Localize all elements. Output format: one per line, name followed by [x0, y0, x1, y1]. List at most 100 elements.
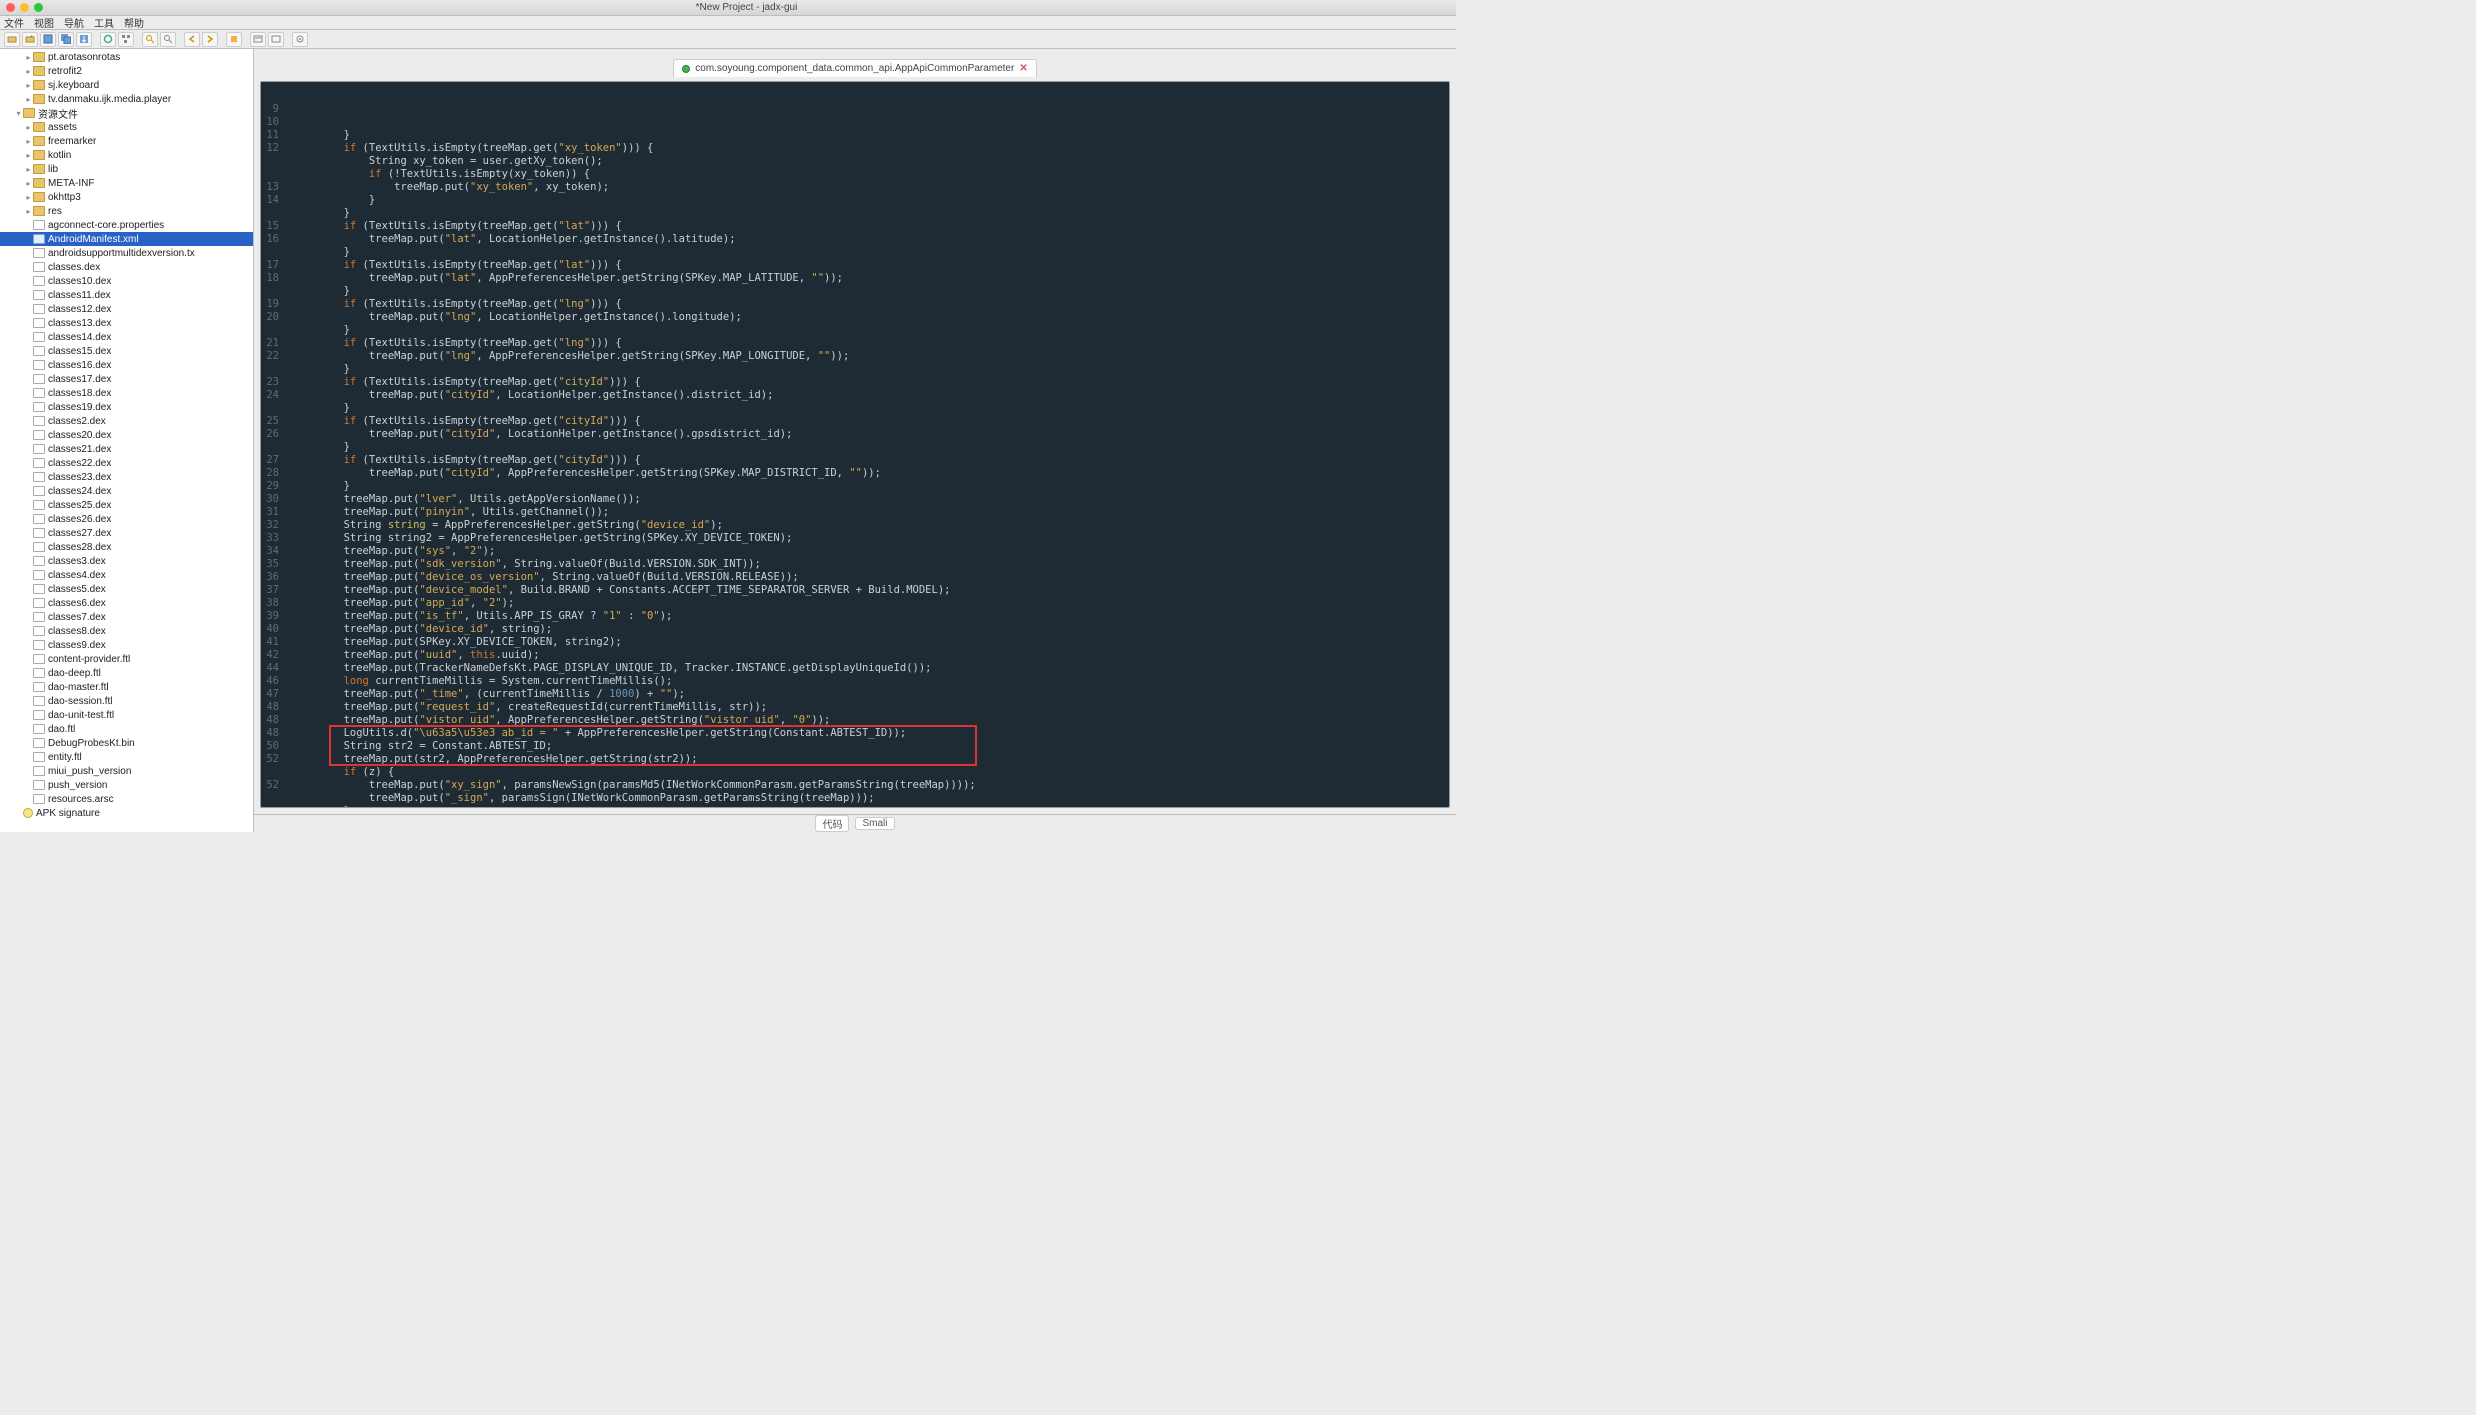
code-editor[interactable]: 9101112131415161718192021222324252627282… [260, 81, 1450, 808]
tree-node[interactable]: dao-session.ftl [0, 694, 253, 708]
search-icon[interactable] [142, 32, 158, 47]
code-line[interactable]: if (TextUtils.isEmpty(treeMap.get("cityI… [293, 454, 976, 467]
tree-node[interactable]: classes28.dex [0, 540, 253, 554]
tree-twisty-icon[interactable]: ▸ [24, 123, 33, 132]
code-line[interactable]: treeMap.put("vistor_uid", AppPreferences… [293, 714, 976, 727]
tree-node[interactable]: classes22.dex [0, 456, 253, 470]
tree-icon[interactable] [118, 32, 134, 47]
minimize-window-icon[interactable] [20, 3, 29, 12]
tree-node[interactable]: dao-unit-test.ftl [0, 708, 253, 722]
tree-node[interactable]: classes5.dex [0, 582, 253, 596]
tree-twisty-icon[interactable]: ▸ [24, 165, 33, 174]
tree-node[interactable]: ▸assets [0, 120, 253, 134]
tree-twisty-icon[interactable]: ▸ [24, 207, 33, 216]
add-file-icon[interactable]: + [22, 32, 38, 47]
tree-node[interactable]: ▸sj.keyboard [0, 78, 253, 92]
tree-node[interactable]: classes8.dex [0, 624, 253, 638]
tree-node[interactable]: classes16.dex [0, 358, 253, 372]
tree-node[interactable]: classes.dex [0, 260, 253, 274]
tree-node[interactable]: push_version [0, 778, 253, 792]
maximize-window-icon[interactable] [34, 3, 43, 12]
tree-node[interactable]: ▸freemarker [0, 134, 253, 148]
tree-node[interactable]: ▸kotlin [0, 148, 253, 162]
tree-node[interactable]: androidsupportmultidexversion.tx [0, 246, 253, 260]
view-smali-button[interactable]: Smali [855, 817, 894, 830]
menu-help[interactable]: 帮助 [124, 15, 144, 30]
code-line[interactable]: } [293, 285, 976, 298]
code-line[interactable]: treeMap.put("_time", (currentTimeMillis … [293, 688, 976, 701]
tree-node[interactable]: agconnect-core.properties [0, 218, 253, 232]
code-line[interactable]: if (!TextUtils.isEmpty(xy_token)) { [293, 168, 976, 181]
code-line[interactable]: String xy_token = user.getXy_token(); [293, 155, 976, 168]
back-icon[interactable] [184, 32, 200, 47]
project-tree[interactable]: ▸pt.arotasonrotas▸retrofit2▸sj.keyboard▸… [0, 49, 254, 832]
tree-node[interactable]: content-provider.ftl [0, 652, 253, 666]
tree-node[interactable]: ▾资源文件 [0, 106, 253, 120]
tree-node[interactable]: ▸tv.danmaku.ijk.media.player [0, 92, 253, 106]
log-icon[interactable] [250, 32, 266, 47]
tree-node[interactable]: ▸okhttp3 [0, 190, 253, 204]
settings-icon[interactable] [292, 32, 308, 47]
code-line[interactable]: treeMap.put("sdk_version", String.valueO… [293, 558, 976, 571]
save-all-icon[interactable] [58, 32, 74, 47]
tree-node[interactable]: classes7.dex [0, 610, 253, 624]
code-line[interactable]: if (TextUtils.isEmpty(treeMap.get("lng")… [293, 298, 976, 311]
tree-node[interactable]: dao-deep.ftl [0, 666, 253, 680]
code-line[interactable]: } [293, 441, 976, 454]
code-line[interactable]: } [293, 324, 976, 337]
code-line[interactable]: treeMap.put("app_id", "2"); [293, 597, 976, 610]
code-line[interactable]: treeMap.put("lng", LocationHelper.getIns… [293, 311, 976, 324]
tree-node[interactable]: DebugProbesKt.bin [0, 736, 253, 750]
tree-node[interactable]: classes23.dex [0, 470, 253, 484]
tree-node[interactable]: classes19.dex [0, 400, 253, 414]
code-line[interactable]: treeMap.put("request_id", createRequestI… [293, 701, 976, 714]
tree-node[interactable]: resources.arsc [0, 792, 253, 806]
code-line[interactable]: if (TextUtils.isEmpty(treeMap.get("xy_to… [293, 142, 976, 155]
code-line[interactable]: treeMap.put("lng", AppPreferencesHelper.… [293, 350, 976, 363]
tree-twisty-icon[interactable]: ▸ [24, 179, 33, 188]
tree-node[interactable]: classes24.dex [0, 484, 253, 498]
code-line[interactable]: treeMap.put("device_model", Build.BRAND … [293, 584, 976, 597]
log2-icon[interactable] [268, 32, 284, 47]
export-icon[interactable] [76, 32, 92, 47]
tree-node[interactable]: classes21.dex [0, 442, 253, 456]
tree-twisty-icon[interactable]: ▸ [24, 81, 33, 90]
tree-node[interactable]: classes13.dex [0, 316, 253, 330]
tree-twisty-icon[interactable]: ▸ [24, 95, 33, 104]
tree-node[interactable]: ▸pt.arotasonrotas [0, 50, 253, 64]
code-line[interactable]: treeMap.put("lat", LocationHelper.getIns… [293, 233, 976, 246]
code-line[interactable]: treeMap.put("cityId", LocationHelper.get… [293, 389, 976, 402]
close-tab-icon[interactable]: ✕ [1019, 63, 1027, 74]
code-line[interactable]: LogUtils.d("\u63a5\u53e3 ab_id = " + App… [293, 727, 976, 740]
tree-node[interactable]: classes15.dex [0, 344, 253, 358]
tree-node[interactable]: dao-master.ftl [0, 680, 253, 694]
menu-tools[interactable]: 工具 [94, 15, 114, 30]
code-line[interactable]: if (z) { [293, 766, 976, 779]
code-line[interactable]: treeMap.put("device_id", string); [293, 623, 976, 636]
code-line[interactable]: treeMap.put("_sign", paramsSign(INetWork… [293, 792, 976, 805]
code-line[interactable]: if (TextUtils.isEmpty(treeMap.get("lng")… [293, 337, 976, 350]
tree-node[interactable]: classes9.dex [0, 638, 253, 652]
code-line[interactable]: } [293, 363, 976, 376]
sync-icon[interactable] [100, 32, 116, 47]
code-line[interactable]: if (TextUtils.isEmpty(treeMap.get("lat")… [293, 259, 976, 272]
tree-twisty-icon[interactable]: ▸ [24, 53, 33, 62]
code-line[interactable]: treeMap.put(str2, AppPreferencesHelper.g… [293, 753, 976, 766]
code-line[interactable]: long currentTimeMillis = System.currentT… [293, 675, 976, 688]
code-line[interactable]: treeMap.put("is_tf", Utils.APP_IS_GRAY ?… [293, 610, 976, 623]
tree-node[interactable]: classes3.dex [0, 554, 253, 568]
code-line[interactable]: if (TextUtils.isEmpty(treeMap.get("cityI… [293, 415, 976, 428]
code-line[interactable]: treeMap.put("cityId", LocationHelper.get… [293, 428, 976, 441]
tree-node[interactable]: classes18.dex [0, 386, 253, 400]
code-line[interactable]: treeMap.put("uuid", this.uuid); [293, 649, 976, 662]
code-line[interactable]: if (TextUtils.isEmpty(treeMap.get("cityI… [293, 376, 976, 389]
code-line[interactable]: treeMap.put("pinyin", Utils.getChannel()… [293, 506, 976, 519]
menu-file[interactable]: 文件 [4, 15, 24, 30]
code-line[interactable]: } [293, 246, 976, 259]
tree-node[interactable]: entity.ftl [0, 750, 253, 764]
tree-twisty-icon[interactable]: ▾ [14, 109, 23, 118]
code-line[interactable]: if (TextUtils.isEmpty(treeMap.get("lat")… [293, 220, 976, 233]
tree-node[interactable]: classes10.dex [0, 274, 253, 288]
tree-twisty-icon[interactable]: ▸ [24, 193, 33, 202]
tree-node[interactable]: classes20.dex [0, 428, 253, 442]
